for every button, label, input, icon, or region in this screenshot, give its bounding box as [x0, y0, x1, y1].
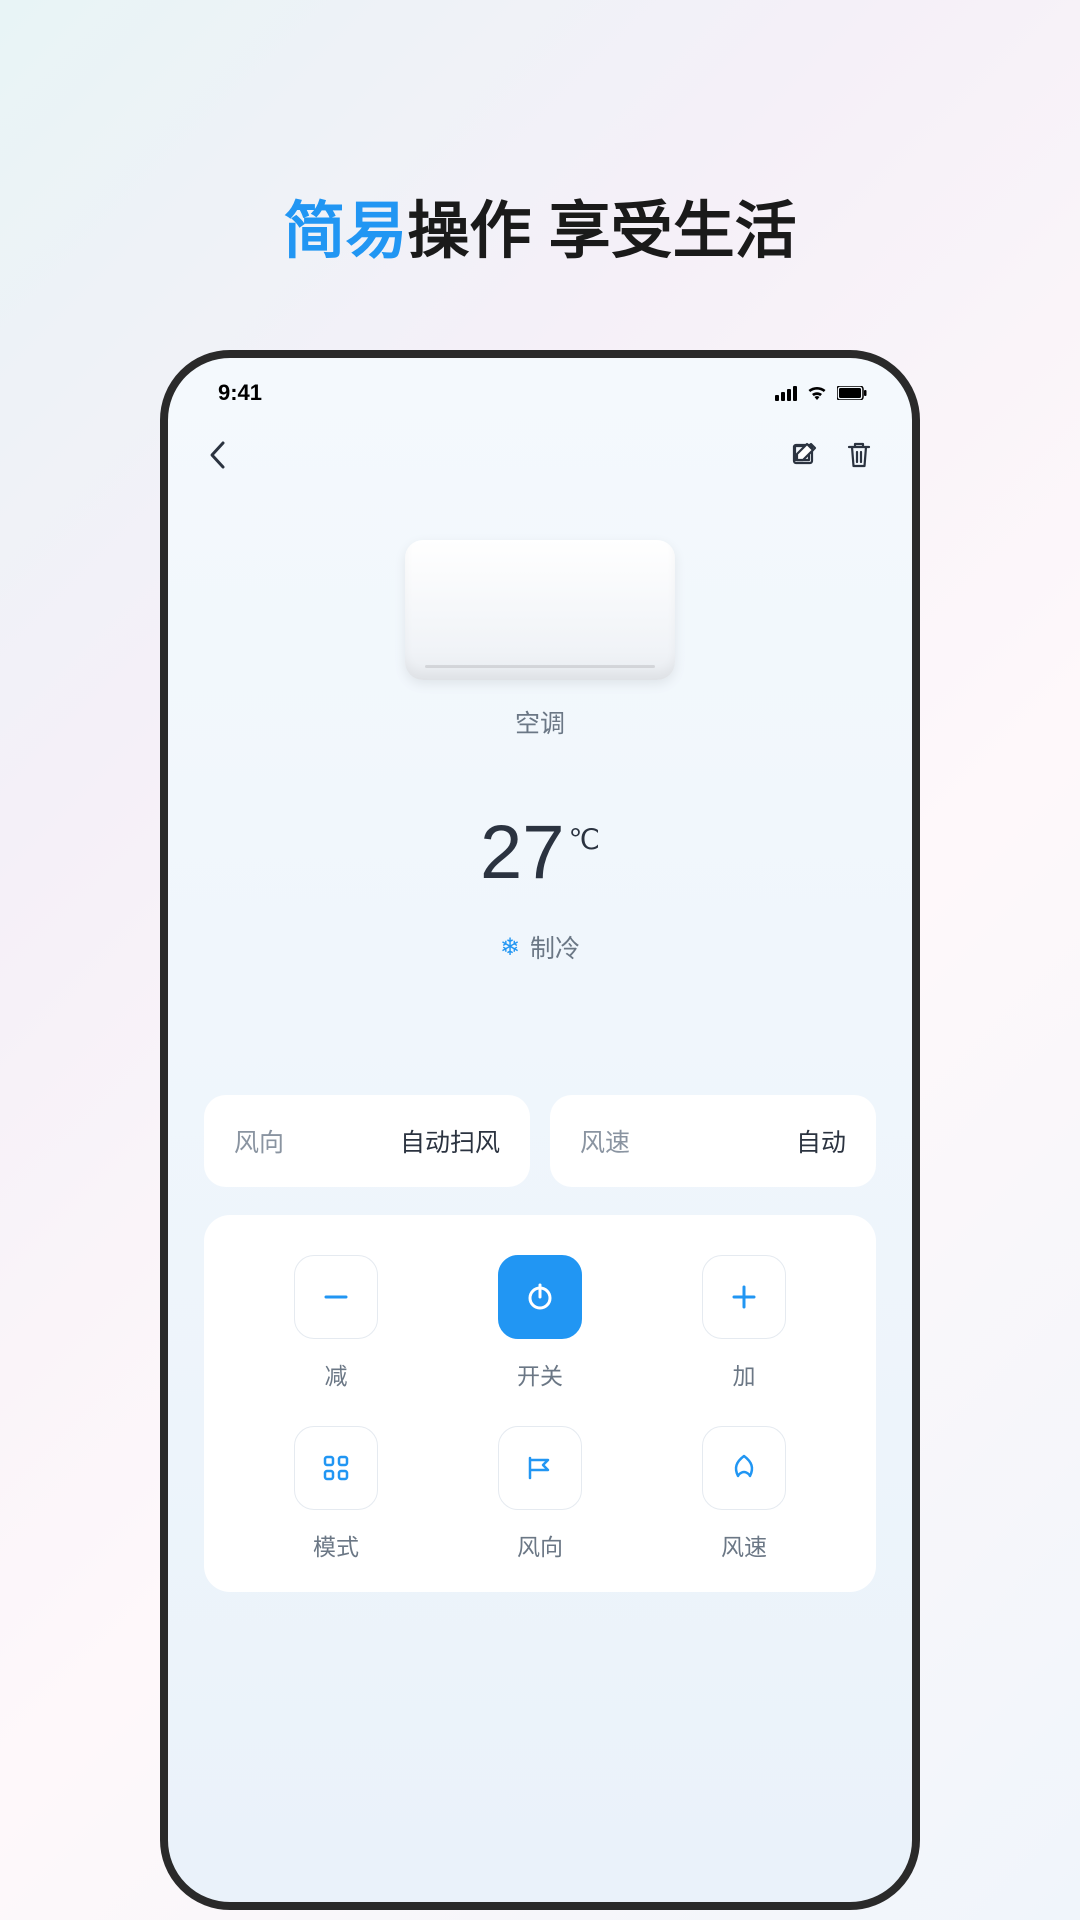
wind-speed-label-btn: 风速 [721, 1528, 767, 1562]
status-time: 9:41 [218, 380, 262, 406]
page-title: 简易操作 享受生活 [0, 0, 1080, 270]
signal-icon [775, 386, 797, 401]
delete-button[interactable] [846, 441, 872, 474]
wind-speed-card[interactable]: 风速 自动 [550, 1095, 876, 1187]
info-cards: 风向 自动扫风 风速 自动 [168, 965, 912, 1187]
device-section: 空调 [168, 485, 912, 740]
decrease-button[interactable] [294, 1255, 378, 1339]
temperature-value: 27 [480, 815, 565, 891]
mode-label-btn: 模式 [313, 1528, 359, 1562]
wind-speed-label: 风速 [580, 1123, 630, 1159]
wind-speed-value: 自动 [796, 1123, 846, 1159]
title-accent: 简易 [283, 197, 407, 266]
increase-button[interactable] [702, 1255, 786, 1339]
temperature-section: 27 ℃ ❄ 制冷 [168, 740, 912, 965]
mode-button[interactable] [294, 1426, 378, 1510]
snowflake-icon: ❄ [500, 933, 520, 962]
temperature-display: 27 ℃ [480, 815, 600, 891]
phone-frame: 9:41 空调 27 ℃ [160, 350, 920, 1910]
wind-direction-label: 风向 [234, 1123, 284, 1159]
battery-icon [837, 380, 867, 406]
power-label: 开关 [517, 1357, 563, 1391]
edit-button[interactable] [790, 441, 818, 474]
wind-direction-button[interactable] [498, 1426, 582, 1510]
status-indicators [775, 380, 867, 406]
temperature-unit: ℃ [569, 823, 600, 856]
wind-direction-label-btn: 风向 [517, 1528, 563, 1562]
wind-direction-card[interactable]: 风向 自动扫风 [204, 1095, 530, 1187]
title-rest: 操作 享受生活 [407, 197, 796, 266]
status-bar: 9:41 [168, 358, 912, 416]
device-name: 空调 [515, 704, 565, 740]
wind-direction-value: 自动扫风 [400, 1123, 500, 1159]
increase-label: 加 [732, 1357, 755, 1391]
wind-speed-button[interactable] [702, 1426, 786, 1510]
ac-unit-image [405, 540, 675, 680]
nav-bar [168, 416, 912, 485]
back-button[interactable] [208, 440, 226, 475]
mode-label: 制冷 [530, 929, 580, 965]
control-panel: 减 开关 加 模式 [204, 1215, 876, 1592]
mode-display: ❄ 制冷 [500, 929, 580, 965]
wifi-icon [807, 380, 827, 406]
decrease-label: 减 [324, 1357, 347, 1391]
power-button[interactable] [498, 1255, 582, 1339]
